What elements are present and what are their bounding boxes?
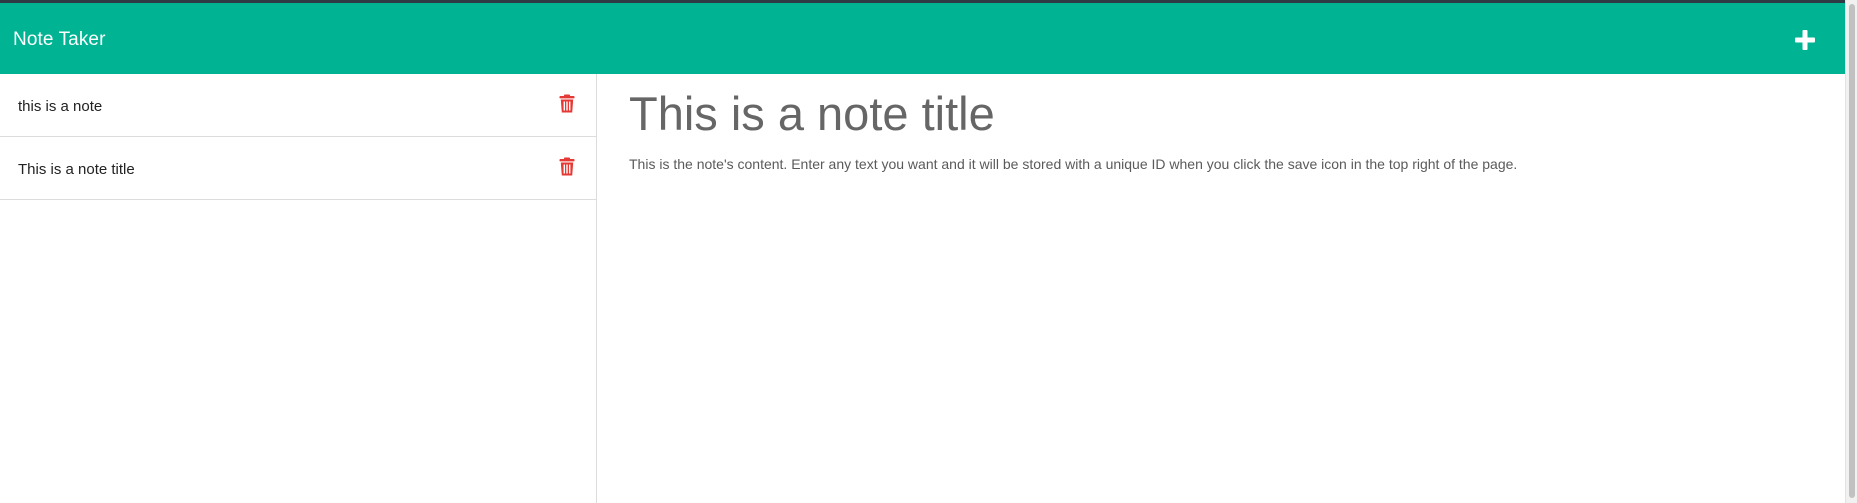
navbar: Note Taker xyxy=(0,3,1845,74)
note-title-input[interactable]: This is a note title xyxy=(629,84,1809,144)
list-item[interactable]: this is a note xyxy=(0,74,596,137)
delete-note-button[interactable] xyxy=(558,92,576,114)
list-item[interactable]: This is a note title xyxy=(0,137,596,200)
note-item-title: This is a note title xyxy=(18,160,135,178)
new-note-button[interactable] xyxy=(1790,25,1820,55)
trash-icon xyxy=(559,94,575,112)
page-scrollbar[interactable] xyxy=(1845,0,1857,503)
navbar-brand[interactable]: Note Taker xyxy=(13,29,106,51)
delete-note-button[interactable] xyxy=(558,155,576,177)
note-item-title: this is a note xyxy=(18,97,103,115)
note-textarea[interactable]: This is the note's content. Enter any te… xyxy=(629,154,1819,174)
scrollbar-thumb[interactable] xyxy=(1849,4,1855,498)
plus-icon xyxy=(1795,29,1815,50)
note-list: this is a note This is a note title xyxy=(0,74,596,200)
trash-icon xyxy=(559,157,575,175)
note-editor: This is a note title This is the note's … xyxy=(597,74,1845,503)
note-taker-app: Note Taker this is a note This is a note… xyxy=(0,0,1857,503)
note-list-sidebar: this is a note This is a note title xyxy=(0,74,597,503)
